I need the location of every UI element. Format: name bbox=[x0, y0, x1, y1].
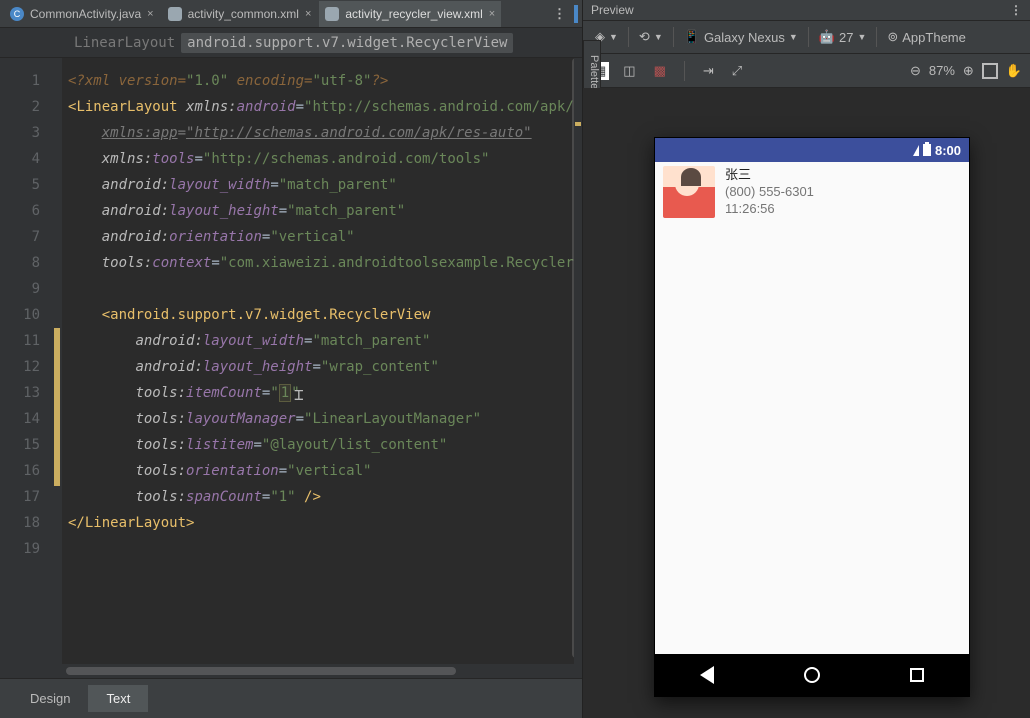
tab-overflow-menu[interactable]: ⋮ bbox=[545, 6, 574, 22]
orientation-dropdown[interactable]: ⟲ ▼ bbox=[635, 27, 667, 47]
zoom-in-button[interactable]: ⊕ bbox=[963, 63, 974, 79]
nav-back-icon[interactable] bbox=[700, 666, 714, 684]
preview-title: Preview bbox=[591, 3, 634, 17]
nav-recent-icon[interactable] bbox=[910, 668, 924, 682]
list-item: 张三 (800) 555-6301 11:26:56 bbox=[655, 162, 969, 222]
align-icon[interactable]: ⇥ bbox=[699, 61, 718, 81]
nav-home-icon[interactable] bbox=[804, 667, 820, 683]
breadcrumb-current[interactable]: android.support.v7.widget.RecyclerView bbox=[181, 33, 513, 53]
horizontal-scrollbar[interactable] bbox=[66, 667, 456, 675]
api-selector[interactable]: 🤖 27 ▼ bbox=[815, 27, 871, 47]
change-marker-column bbox=[54, 58, 62, 664]
tab-activity-recycler-view-xml[interactable]: activity_recycler_view.xml × bbox=[319, 1, 501, 27]
close-icon[interactable]: × bbox=[489, 8, 495, 20]
editor-bottom-tabs: Design Text bbox=[0, 678, 582, 718]
tab-label: CommonActivity.java bbox=[30, 7, 141, 21]
preview-canvas[interactable]: 8:00 张三 (800) 555-6301 11:26:56 bbox=[583, 88, 1030, 718]
preview-pane: Preview ⋮ ◈ ▼ ⟲ ▼ 📱 Galaxy Nexus ▼ 🤖 27 … bbox=[582, 0, 1030, 718]
editor-pane: C CommonActivity.java × activity_common.… bbox=[0, 0, 582, 718]
device-selector[interactable]: 📱 Galaxy Nexus ▼ bbox=[680, 27, 802, 47]
signal-icon bbox=[913, 145, 919, 156]
preview-title-bar: Preview ⋮ bbox=[583, 0, 1030, 20]
device-screen: 8:00 张三 (800) 555-6301 11:26:56 bbox=[655, 138, 969, 696]
zoom-out-button[interactable]: ⊖ bbox=[910, 63, 921, 79]
java-class-icon: C bbox=[10, 7, 24, 21]
device-frame: 8:00 张三 (800) 555-6301 11:26:56 bbox=[654, 137, 970, 697]
list-item-text: 张三 (800) 555-6301 11:26:56 bbox=[725, 166, 814, 218]
breadcrumb-root[interactable]: LinearLayout bbox=[68, 33, 181, 53]
close-icon[interactable]: × bbox=[305, 8, 311, 20]
code-content[interactable]: <?xml version="1.0" encoding="utf-8"?> <… bbox=[62, 58, 582, 664]
tab-label: activity_recycler_view.xml bbox=[345, 7, 482, 21]
code-editor[interactable]: 12345678910111213141516171819 <?xml vers… bbox=[0, 58, 582, 664]
avatar bbox=[663, 166, 715, 218]
horizontal-scrollbar-track bbox=[0, 664, 582, 678]
pan-icon[interactable]: ✋ bbox=[1006, 63, 1022, 79]
error-stripe bbox=[574, 58, 582, 664]
preview-split-marker bbox=[574, 5, 578, 23]
preview-toolbar-2: ▦ ◫ ▩ ⇥ ⤢ ⊖ 87% ⊕ ✋ bbox=[583, 54, 1030, 88]
status-bar: 8:00 bbox=[655, 138, 969, 162]
tab-design[interactable]: Design bbox=[12, 685, 88, 712]
tab-text[interactable]: Text bbox=[88, 685, 148, 712]
nav-bar bbox=[655, 654, 969, 696]
expand-icon[interactable]: ⤢ bbox=[728, 61, 746, 81]
line-number-gutter: 12345678910111213141516171819 bbox=[0, 58, 54, 664]
xml-file-icon bbox=[168, 7, 182, 21]
theme-selector[interactable]: ⊚ AppTheme bbox=[883, 27, 970, 47]
language-icon[interactable]: ▩ bbox=[650, 61, 670, 81]
contact-time: 11:26:56 bbox=[725, 200, 814, 217]
close-icon[interactable]: × bbox=[147, 8, 153, 20]
file-tab-strip: C CommonActivity.java × activity_common.… bbox=[0, 0, 582, 28]
battery-icon bbox=[923, 144, 931, 156]
tab-common-activity[interactable]: C CommonActivity.java × bbox=[4, 1, 160, 27]
zoom-level: 87% bbox=[929, 63, 955, 78]
xml-file-icon bbox=[325, 7, 339, 21]
zoom-fit-icon[interactable] bbox=[982, 63, 998, 79]
tab-activity-common-xml[interactable]: activity_common.xml × bbox=[162, 1, 318, 27]
contact-name: 张三 bbox=[725, 166, 814, 183]
breadcrumb: LinearLayout android.support.v7.widget.R… bbox=[0, 28, 582, 58]
preview-toolbar-1: ◈ ▼ ⟲ ▼ 📱 Galaxy Nexus ▼ 🤖 27 ▼ ⊚ AppThe… bbox=[583, 20, 1030, 54]
preview-menu-icon[interactable]: ⋮ bbox=[1010, 3, 1022, 17]
status-time: 8:00 bbox=[935, 143, 961, 158]
tab-label: activity_common.xml bbox=[188, 7, 299, 21]
contact-phone: (800) 555-6301 bbox=[725, 183, 814, 200]
view-mode-design-icon[interactable]: ◫ bbox=[619, 61, 639, 81]
